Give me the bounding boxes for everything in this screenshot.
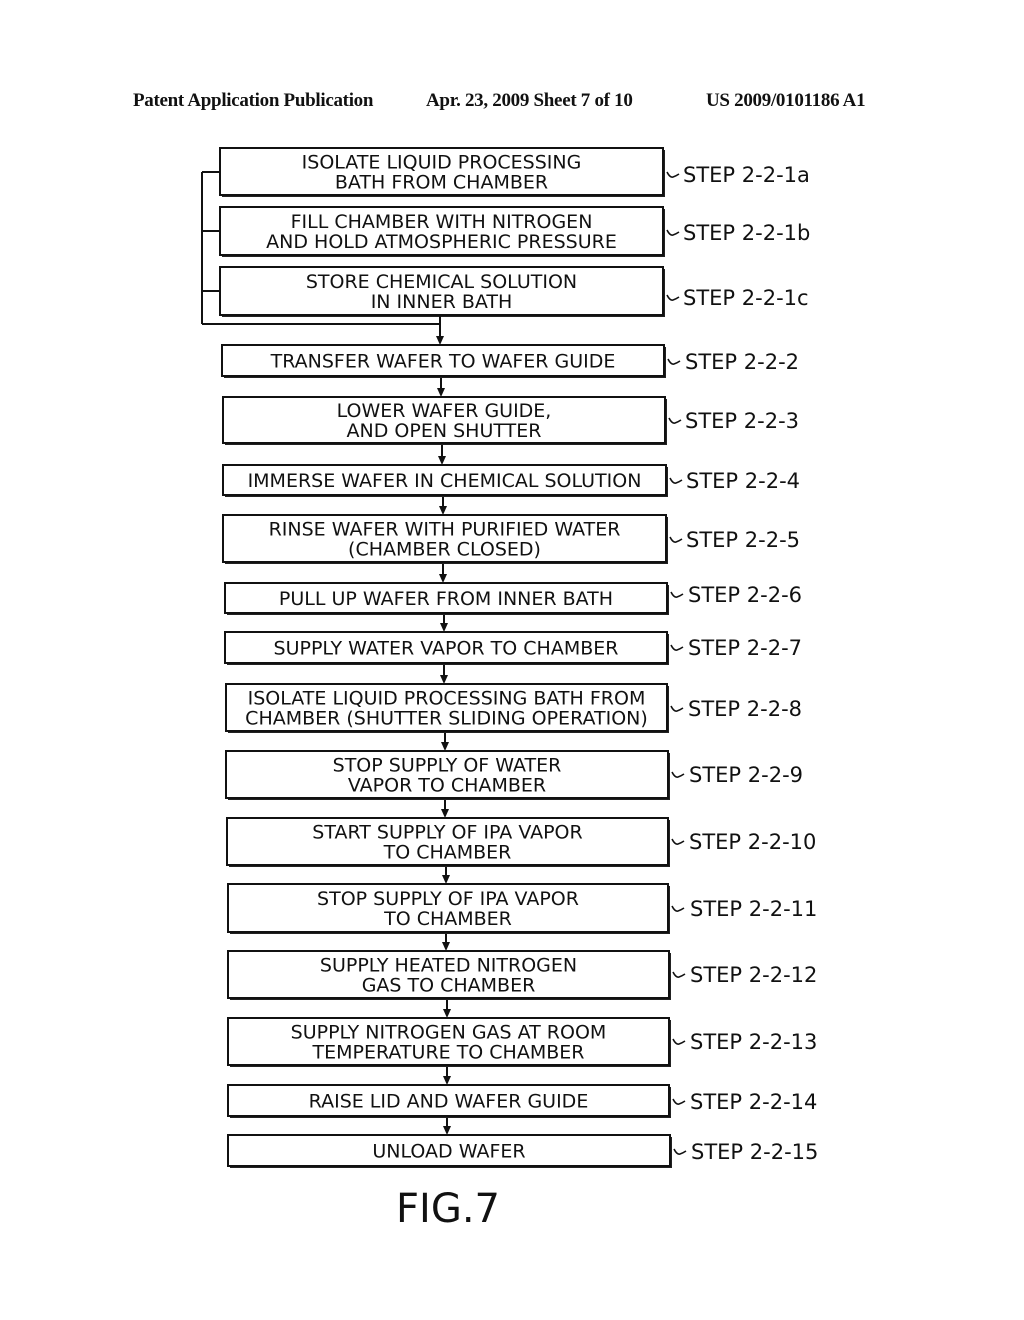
leader-tilde-icon [666, 294, 680, 301]
leader-tilde-icon [668, 417, 682, 424]
step-box-group: STOP SUPPLY OF WATERVAPOR TO CHAMBER STEP… [225, 750, 803, 800]
step-description-line: TEMPERATURE TO CHAMBER [312, 1042, 585, 1064]
step-box-group: IMMERSE WAFER IN CHEMICAL SOLUTION STEP 2… [222, 464, 800, 497]
arrow-down-icon [442, 875, 450, 884]
leader-tilde-icon [671, 905, 685, 912]
step-description-line: IMMERSE WAFER IN CHEMICAL SOLUTION [248, 470, 642, 492]
leader-tilde-icon [672, 1038, 686, 1045]
arrow-down-icon [441, 742, 449, 751]
arrow-down-icon [440, 675, 448, 684]
step-description-line: RINSE WAFER WITH PURIFIED WATER [269, 519, 621, 541]
figure-label: FIG.7 [396, 1186, 500, 1232]
step-label: STEP 2-2-5 [686, 528, 800, 552]
sequential-steps-group: TRANSFER WAFER TO WAFER GUIDE STEP 2-2-2 L… [221, 344, 818, 1168]
step-description-line: TO CHAMBER [383, 842, 512, 864]
leader-tilde-icon [666, 229, 680, 236]
step-label: STEP 2-2-10 [689, 830, 816, 854]
step-description-line: VAPOR TO CHAMBER [348, 775, 546, 797]
leader-tilde-icon [667, 358, 681, 365]
step-description-line: BATH FROM CHAMBER [335, 172, 548, 194]
step-description-line: FILL CHAMBER WITH NITROGEN [291, 211, 593, 233]
step-description-line: TO CHAMBER [383, 908, 512, 930]
step-label: STEP 2-2-14 [690, 1090, 817, 1114]
arrow-down-icon [441, 809, 449, 818]
step-box-group: PULL UP WAFER FROM INNER BATH STEP 2-2-6 [224, 582, 802, 615]
leader-tilde-icon [670, 591, 684, 598]
step-description-line: PULL UP WAFER FROM INNER BATH [279, 588, 613, 610]
arrow-down-icon [437, 388, 445, 397]
step-box-group: UNLOAD WAFER STEP 2-2-15 [227, 1134, 818, 1168]
leader-tilde-icon [673, 1148, 687, 1155]
step-label: STEP 2-2-7 [688, 636, 802, 660]
arrow-down-icon [443, 1009, 451, 1018]
step-box-group: SUPPLY WATER VAPOR TO CHAMBER STEP 2-2-7 [224, 631, 802, 665]
parallel-steps-group: ISOLATE LIQUID PROCESSINGBATH FROM CHAMB… [201, 147, 810, 345]
step-description-line: IN INNER BATH [371, 291, 513, 313]
step-label: STEP 2-2-4 [686, 469, 800, 493]
leader-tilde-icon [669, 477, 683, 484]
leader-tilde-icon [666, 171, 680, 178]
flowchart: ISOLATE LIQUID PROCESSINGBATH FROM CHAMB… [201, 147, 818, 1232]
step-description-line: SUPPLY HEATED NITROGEN [320, 955, 577, 977]
leader-tilde-icon [671, 838, 685, 845]
leader-tilde-icon [669, 536, 683, 543]
step-description-line: CHAMBER (SHUTTER SLIDING OPERATION) [245, 708, 648, 730]
step-description-line: STOP SUPPLY OF IPA VAPOR [317, 888, 579, 910]
leader-tilde-icon [672, 971, 686, 978]
step-box-group: SUPPLY NITROGEN GAS AT ROOMTEMPERATURE T… [227, 1017, 817, 1067]
leader-tilde-icon [671, 771, 685, 778]
step-label: STEP 2-2-1a [683, 163, 810, 187]
step-label: STEP 2-2-12 [690, 963, 817, 987]
arrow-down-icon [439, 574, 447, 583]
arrow-down-icon [443, 1126, 451, 1135]
parallel-step-box: STORE CHEMICAL SOLUTIONIN INNER BATH STEP… [219, 266, 809, 317]
step-box-group: TRANSFER WAFER TO WAFER GUIDE STEP 2-2-2 [221, 344, 799, 378]
step-label: STEP 2-2-8 [688, 697, 802, 721]
step-label: STEP 2-2-1b [683, 221, 810, 245]
step-box-group: STOP SUPPLY OF IPA VAPORTO CHAMBER STEP 2… [227, 883, 817, 934]
arrow-down-icon [442, 942, 450, 951]
step-description-line: ISOLATE LIQUID PROCESSING BATH FROM [248, 688, 646, 710]
step-description-line: SUPPLY NITROGEN GAS AT ROOM [291, 1022, 607, 1044]
step-description-line: RAISE LID AND WAFER GUIDE [309, 1091, 589, 1113]
arrow-down-icon [443, 1076, 451, 1085]
step-description-line: AND HOLD ATMOSPHERIC PRESSURE [266, 231, 617, 253]
step-box-group: ISOLATE LIQUID PROCESSING BATH FROMCHAMB… [225, 683, 802, 733]
step-label: STEP 2-2-1c [683, 286, 809, 310]
step-label: STEP 2-2-3 [685, 409, 799, 433]
step-description-line: SUPPLY WATER VAPOR TO CHAMBER [274, 638, 619, 660]
leader-tilde-icon [670, 644, 684, 651]
step-description-line: GAS TO CHAMBER [362, 975, 536, 997]
step-box-group: START SUPPLY OF IPA VAPORTO CHAMBER STEP … [226, 817, 816, 867]
step-description-line: ISOLATE LIQUID PROCESSING [302, 152, 582, 174]
step-description-line: START SUPPLY OF IPA VAPOR [312, 822, 582, 844]
parallel-step-box: FILL CHAMBER WITH NITROGENAND HOLD ATMOS… [219, 206, 810, 257]
arrow-down-icon [439, 506, 447, 515]
step-box-group: LOWER WAFER GUIDE,AND OPEN SHUTTER STEP 2… [222, 396, 799, 445]
arrow-down-icon [438, 456, 446, 465]
step-description-line: (CHAMBER CLOSED) [348, 539, 541, 561]
step-description-line: AND OPEN SHUTTER [347, 420, 542, 442]
arrow-down-icon [440, 623, 448, 632]
step-label: STEP 2-2-13 [690, 1030, 817, 1054]
step-box-group: RINSE WAFER WITH PURIFIED WATER(CHAMBER … [222, 514, 800, 564]
leader-tilde-icon [672, 1098, 686, 1105]
leader-tilde-icon [670, 705, 684, 712]
step-label: STEP 2-2-9 [689, 763, 803, 787]
step-box-group: SUPPLY HEATED NITROGENGAS TO CHAMBER STEP… [227, 950, 817, 1000]
step-description-line: UNLOAD WAFER [372, 1141, 525, 1163]
step-description-line: LOWER WAFER GUIDE, [337, 400, 552, 422]
step-label: STEP 2-2-15 [691, 1140, 818, 1164]
step-label: STEP 2-2-11 [690, 897, 817, 921]
step-description-line: TRANSFER WAFER TO WAFER GUIDE [270, 351, 616, 373]
arrow-down-icon [436, 336, 444, 345]
step-description-line: STOP SUPPLY OF WATER [333, 755, 562, 777]
step-box-group: RAISE LID AND WAFER GUIDE STEP 2-2-14 [227, 1084, 817, 1118]
step-description-line: STORE CHEMICAL SOLUTION [306, 271, 577, 293]
step-label: STEP 2-2-2 [685, 350, 799, 374]
step-label: STEP 2-2-6 [688, 583, 802, 607]
parallel-step-box: ISOLATE LIQUID PROCESSINGBATH FROM CHAMB… [219, 147, 810, 197]
